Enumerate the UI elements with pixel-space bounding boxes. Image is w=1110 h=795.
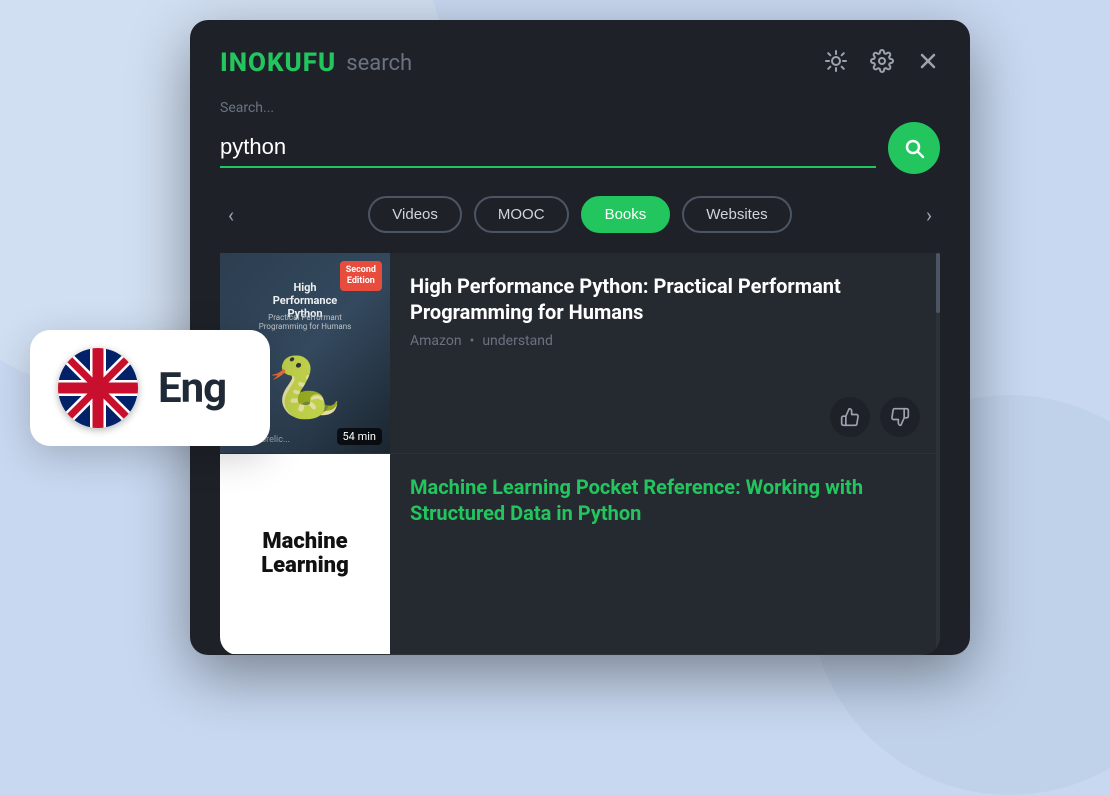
tab-mooc[interactable]: MOOC	[474, 196, 569, 233]
result-item-2: MachineLearning Machine Learning Pocket …	[220, 454, 940, 655]
close-icon[interactable]	[916, 49, 940, 78]
logo-text: inokufu	[220, 48, 336, 78]
scroll-indicator	[936, 253, 940, 655]
prev-arrow[interactable]: ‹	[220, 199, 242, 231]
result-tag-1: understand	[482, 333, 553, 349]
cover-duration: 54 min	[337, 428, 383, 445]
search-container: Search...	[220, 100, 940, 174]
cover-subtitle: Practical PerformantProgramming for Huma…	[220, 313, 390, 331]
result-title-1: High Performance Python: Practical Perfo…	[410, 273, 920, 325]
result-source-1: Amazon	[410, 333, 462, 349]
panel-header: inokufu search	[220, 48, 940, 78]
thumbs-up-button-1[interactable]	[830, 397, 870, 437]
filter-row: ‹ Videos MOOC Books Websites ›	[220, 196, 940, 253]
book-cover-2: MachineLearning	[220, 454, 390, 654]
tab-videos[interactable]: Videos	[368, 196, 462, 233]
tab-books[interactable]: Books	[581, 196, 671, 233]
next-arrow[interactable]: ›	[918, 199, 940, 231]
uk-flag	[58, 348, 138, 428]
result-content-2: Machine Learning Pocket Reference: Worki…	[390, 454, 940, 654]
search-placeholder-label: Search...	[220, 100, 940, 116]
result-actions-1	[410, 397, 920, 437]
ml-cover-title: MachineLearning	[261, 530, 348, 578]
ml-cover: MachineLearning	[220, 454, 390, 654]
language-badge: Eng	[30, 330, 270, 446]
tab-websites[interactable]: Websites	[682, 196, 791, 233]
language-label: Eng	[158, 364, 226, 413]
logo-search-label: search	[346, 51, 412, 76]
result-title-2: Machine Learning Pocket Reference: Worki…	[410, 474, 920, 526]
result-item-1: SecondEdition HighPerformancePython Prac…	[220, 253, 940, 454]
filter-tabs: Videos MOOC Books Websites	[254, 196, 906, 233]
result-content-1: High Performance Python: Practical Perfo…	[390, 253, 940, 453]
snake-emoji: 🐍	[268, 352, 343, 423]
search-button[interactable]	[888, 122, 940, 174]
result-meta-1: Amazon • understand	[410, 333, 920, 349]
thumbs-down-button-1[interactable]	[880, 397, 920, 437]
settings-icon[interactable]	[870, 49, 894, 78]
search-input[interactable]	[220, 128, 876, 168]
search-input-row	[220, 122, 940, 174]
search-panel: inokufu search	[190, 20, 970, 655]
brightness-icon[interactable]	[824, 49, 848, 78]
results-area: SecondEdition HighPerformancePython Prac…	[220, 253, 940, 655]
header-icons	[824, 49, 940, 78]
scroll-thumb[interactable]	[936, 253, 940, 313]
